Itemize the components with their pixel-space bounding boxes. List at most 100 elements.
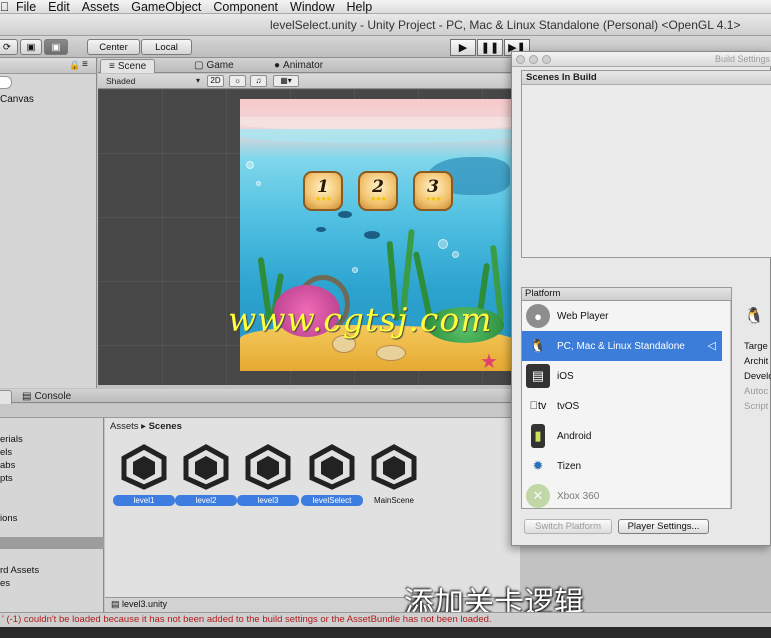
folder-prefabs[interactable]: abs xyxy=(0,460,15,471)
tab-game[interactable]: ▢ Game xyxy=(186,59,242,73)
level-1-button[interactable]: 1 ★★★ xyxy=(303,171,343,211)
asset-label-levelselect: levelSelect xyxy=(301,495,363,506)
platform-scrollbar[interactable] xyxy=(730,301,731,508)
scene-tab-icon: ≡ xyxy=(109,60,115,72)
platform-tizen[interactable]: ✹ Tizen xyxy=(522,451,722,481)
level-3-button[interactable]: 3 ★★★ xyxy=(413,171,453,211)
menu-component[interactable]: Component xyxy=(207,0,284,14)
pause-icon: ❚❚ xyxy=(480,42,500,54)
window-close-button[interactable] xyxy=(516,55,525,64)
xbox-icon: ✕ xyxy=(526,484,550,508)
tab-console[interactable]: ▤ Console xyxy=(14,390,79,404)
play-button[interactable]: ▶ xyxy=(450,39,476,56)
platform-label: Web Player xyxy=(557,310,609,322)
effects-dropdown-icon[interactable]: ▦▾ xyxy=(273,75,299,87)
scenes-in-build-list[interactable]: Scenes In Build xyxy=(521,70,771,258)
menu-window[interactable]: Window xyxy=(284,0,340,14)
player-settings-button[interactable]: Player Settings... xyxy=(618,519,709,534)
folder-materials[interactable]: erials xyxy=(0,434,23,445)
wave-light xyxy=(240,129,518,143)
folder-levels[interactable]: els xyxy=(0,447,12,458)
platform-tvos[interactable]: tv tvOS xyxy=(522,391,722,421)
tizen-icon: ✹ xyxy=(532,458,544,473)
2d-toggle[interactable]: 2D xyxy=(207,75,224,87)
game-tab-icon: ▢ xyxy=(194,60,204,71)
scale-tool-icon[interactable]: ▣ xyxy=(20,39,42,55)
tab-game-label: Game xyxy=(206,60,234,71)
hierarchy-item-canvas[interactable]: Canvas xyxy=(0,94,34,105)
tab-project[interactable] xyxy=(0,390,12,404)
tab-scene[interactable]: ≡ Scene xyxy=(100,59,156,73)
bubble xyxy=(452,251,459,258)
platform-ios[interactable]: ▤ iOS xyxy=(522,361,722,391)
folder-animations[interactable]: ions xyxy=(0,513,17,524)
console-icon: ▤ xyxy=(22,391,32,402)
window-minimize-button[interactable] xyxy=(529,55,538,64)
unity-logo-icon: ◁ xyxy=(707,340,716,352)
fish-icon xyxy=(338,211,352,218)
asset-scene-level2[interactable]: level2 xyxy=(175,444,237,508)
tab-console-label: Console xyxy=(34,391,72,402)
menu-assets[interactable]: Assets xyxy=(76,0,126,14)
console-status-bar[interactable]: ' (-1) couldn't be loaded because it has… xyxy=(0,612,771,627)
level-1-stars: ★★★ xyxy=(315,195,332,203)
menu-help[interactable]: Help xyxy=(340,0,378,14)
folder-standard-assets[interactable]: rd Assets xyxy=(0,565,39,576)
tab-animator[interactable]: ● Animator xyxy=(266,59,331,73)
asset-path: level3.unity xyxy=(122,599,168,609)
rect-tool-icon[interactable]: ▣ xyxy=(44,39,68,55)
menu-file[interactable]: File xyxy=(10,0,42,14)
autoconnect-label: Autoc xyxy=(744,386,769,397)
title-bar: levelSelect.unity - Unity Project - PC, … xyxy=(0,14,771,36)
level-2-number: 2 xyxy=(372,176,384,197)
platform-label: Tizen xyxy=(557,460,582,472)
asset-scene-level1[interactable]: level1 xyxy=(113,444,175,508)
tvos-icon: tv xyxy=(530,400,547,412)
audio-toggle-icon[interactable]: ♫ xyxy=(250,75,267,87)
script-debugging-label: Script xyxy=(744,401,769,412)
asset-scene-levelselect[interactable]: levelSelect xyxy=(301,444,363,508)
web-player-icon: ● xyxy=(526,304,550,328)
level-2-button[interactable]: 2 ★★★ xyxy=(358,171,398,211)
asset-label-level2: level2 xyxy=(175,495,237,506)
level-1-number: 1 xyxy=(317,176,329,197)
target-label: Targe xyxy=(744,341,768,352)
switch-platform-button[interactable]: Switch Platform xyxy=(524,519,612,534)
apple-menu-icon[interactable]:  xyxy=(0,0,10,14)
pause-button[interactable]: ❚❚ xyxy=(477,39,503,56)
unity-scene-icon xyxy=(245,444,291,490)
folder-packages[interactable]: es xyxy=(0,578,10,589)
breadcrumb-scenes[interactable]: Scenes xyxy=(149,421,182,432)
folder-selected-row[interactable] xyxy=(0,537,104,549)
scene-viewport[interactable]: ★ 1 ★★★ 2 ★★★ 3 ★★★ xyxy=(98,89,518,385)
platform-android[interactable]: ▮ Android xyxy=(522,421,722,451)
shading-mode-select[interactable]: Shaded xyxy=(103,75,201,87)
hierarchy-header: 🔒 ≡ xyxy=(0,58,96,74)
platform-web-player[interactable]: ● Web Player xyxy=(522,301,722,331)
bubble xyxy=(438,239,448,249)
platform-xbox360[interactable]: ✕ Xbox 360 xyxy=(522,481,722,508)
architecture-label: Archit xyxy=(744,356,769,367)
asset-scene-level3[interactable]: level3 xyxy=(237,444,299,508)
asset-scene-mainscene[interactable]: MainScene xyxy=(363,444,425,508)
scenes-in-build-header: Scenes In Build xyxy=(522,71,771,85)
window-zoom-button[interactable] xyxy=(542,55,551,64)
bubble xyxy=(352,267,358,273)
rotate-tool-icon[interactable]: ⟳ xyxy=(0,39,18,55)
menu-gameobject[interactable]: GameObject xyxy=(125,0,207,14)
pivot-center-button[interactable]: Center xyxy=(87,39,140,55)
bubble xyxy=(246,161,254,169)
platform-standalone[interactable]: 🐧 PC, Mac & Linux Standalone ◁ xyxy=(522,331,722,361)
panel-menu-icon[interactable]: ≡ xyxy=(82,59,88,70)
pivot-local-button[interactable]: Local xyxy=(141,39,192,55)
menu-edit[interactable]: Edit xyxy=(42,0,76,14)
unity-scene-icon xyxy=(121,444,167,490)
tab-scene-label: Scene xyxy=(117,60,147,72)
breadcrumb-assets[interactable]: Assets xyxy=(110,421,139,432)
level-3-number: 3 xyxy=(427,176,439,197)
folder-scripts[interactable]: pts xyxy=(0,473,13,484)
project-folder-tree: erials els abs pts ions rd Assets es xyxy=(0,418,104,612)
hierarchy-search-input[interactable] xyxy=(0,76,12,89)
lock-icon[interactable]: 🔒 xyxy=(69,60,80,71)
lighting-toggle-icon[interactable]: ☼ xyxy=(229,75,246,87)
